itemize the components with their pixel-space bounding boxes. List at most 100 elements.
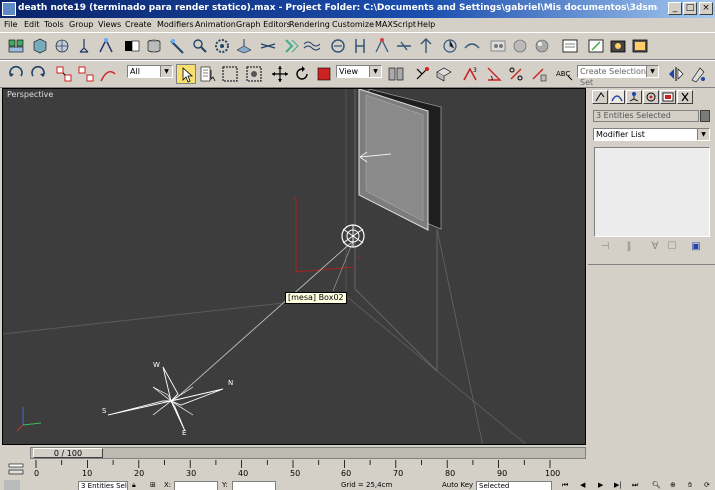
prev-frame-icon[interactable]: ◀ [580,481,585,490]
remove-modifier-icon[interactable]: ☐ [665,240,679,254]
patch-grids-icon[interactable] [280,36,300,56]
goto-end-icon[interactable]: ⏭︎ [632,481,638,490]
menu-modifiers[interactable]: Modifiers [157,19,194,30]
render-setup-icon[interactable] [586,36,606,56]
objects-tab-icon[interactable] [6,36,26,56]
key-filter-dropdown[interactable]: Selected [476,481,552,490]
modify-tab-icon[interactable] [609,90,625,104]
menu-tools[interactable]: Tools [44,19,64,30]
extended-primitives-icon[interactable] [258,36,278,56]
utilities-tab-icon[interactable] [677,90,693,104]
show-end-result-icon[interactable]: ‖ [622,240,636,254]
minimize-button[interactable]: _ [668,2,682,15]
menu-maxscript[interactable]: MAXScript [375,19,416,30]
redo-icon[interactable] [28,64,48,84]
configure-modifier-sets-icon[interactable]: ▣ [689,240,703,254]
time-slider-track[interactable]: 0 / 100 [30,447,586,459]
keyboard-shortcut-override-icon[interactable] [434,64,454,84]
next-frame-icon[interactable]: ▶| [614,481,622,490]
display-tab-icon[interactable] [660,90,676,104]
viewport-label[interactable]: Perspective [7,90,53,99]
goto-start-icon[interactable]: ⏮︎ [562,481,568,490]
selection-filter-dropdown[interactable]: All ▼ [127,65,173,78]
bend-tool-icon[interactable] [462,36,482,56]
unlink-selection-icon[interactable] [76,64,96,84]
arc-rotate-icon[interactable]: ⟳ [704,481,710,490]
lock-selection-icon[interactable]: 🔒︎ [132,481,136,490]
y-coordinate-field[interactable] [232,481,276,490]
object-color-swatch[interactable] [700,110,710,122]
mental-ray-icon[interactable] [416,36,436,56]
play-icon[interactable]: ▶ [598,481,603,490]
snaps-toggle-icon[interactable]: 3 [460,64,480,84]
render-elements-icon[interactable] [440,36,460,56]
mirror-icon[interactable] [666,64,686,84]
rectangular-selection-icon[interactable] [220,64,240,84]
modifier-list-dropdown[interactable]: Modifier List ▼ [593,128,710,141]
spinner-snap-icon[interactable] [528,64,548,84]
cloth-icon[interactable] [350,36,370,56]
quick-render-icon[interactable] [630,36,650,56]
move-icon[interactable] [270,64,290,84]
select-manipulate-icon[interactable] [412,64,432,84]
pan-icon[interactable]: ✋︎ [688,481,692,490]
helpers-tab-icon[interactable] [168,36,188,56]
align-icon[interactable] [688,64,708,84]
hierarchy-tab-icon[interactable] [626,90,642,104]
menu-customize[interactable]: Customize [332,19,374,30]
render-frame-icon[interactable] [560,36,580,56]
material-toolbar-icon[interactable] [488,36,508,56]
texture-icon[interactable] [510,36,530,56]
select-object-icon[interactable] [176,64,196,84]
menu-graph-editors[interactable]: Graph Editors [236,19,291,30]
shapes-tab-icon[interactable] [30,36,50,56]
menu-edit[interactable]: Edit [24,19,40,30]
pivot-center-icon[interactable] [386,64,406,84]
named-selection-sets-dropdown[interactable]: Create Selection Set ▼ [577,65,659,87]
track-bar[interactable]: 0 10 20 30 40 50 60 70 80 90 100 [0,460,715,480]
particles-tab-icon[interactable] [74,36,94,56]
absolute-mode-icon[interactable]: ⊞ [150,481,156,490]
rendered-frame-window-icon[interactable] [608,36,628,56]
bind-to-spacewarp-icon[interactable] [98,64,118,84]
x-coordinate-field[interactable] [174,481,218,490]
compounds-tab-icon[interactable] [52,36,72,56]
menu-animation[interactable]: Animation [195,19,236,30]
auto-key-button[interactable]: Auto Key [442,481,473,490]
edit-named-selection-icon[interactable]: ABC [554,64,574,84]
nurbs-icon[interactable] [302,36,322,56]
dynamics-icon[interactable] [328,36,348,56]
undo-icon[interactable] [6,64,26,84]
angle-snap-icon[interactable] [484,64,504,84]
maximize-button[interactable]: □ [683,2,697,15]
pin-stack-icon[interactable]: ⊣ [598,240,612,254]
material-ball-icon[interactable] [532,36,552,56]
percent-snap-icon[interactable] [506,64,526,84]
spacewarps-tab-icon[interactable] [190,36,210,56]
scale-icon[interactable] [314,64,334,84]
mini-curve-editor-icon[interactable] [8,463,24,475]
modifier-stack-view[interactable] [594,147,710,237]
create-tab-icon[interactable] [592,90,608,104]
close-button[interactable]: × [699,2,713,15]
selection-name-field[interactable]: 3 Entities Selected [593,110,699,122]
zoom-all-icon[interactable]: ⊕ [670,481,676,490]
perspective-viewport[interactable]: Perspective [mesa] Box02 W N S E z y [2,88,586,445]
menu-views[interactable]: Views [98,19,121,30]
zoom-icon[interactable]: 🔍︎ [652,481,661,490]
cameras-tab-icon[interactable] [144,36,164,56]
motion-tab-icon[interactable] [643,90,659,104]
rotate-icon[interactable] [292,64,312,84]
menu-file[interactable]: File [4,19,17,30]
make-unique-icon[interactable]: ∀ [648,240,662,254]
window-crossing-icon[interactable] [244,64,264,84]
app-icon[interactable] [2,2,16,16]
reactor-icon[interactable] [394,36,414,56]
reference-coordinate-dropdown[interactable]: View ▼ [336,65,382,78]
systems-tab-icon[interactable] [212,36,232,56]
bones-tab-icon[interactable] [96,36,116,56]
menu-rendering[interactable]: Rendering [289,19,330,30]
menu-create[interactable]: Create [125,19,152,30]
compass-icon[interactable] [107,366,224,432]
select-and-link-icon[interactable] [54,64,74,84]
